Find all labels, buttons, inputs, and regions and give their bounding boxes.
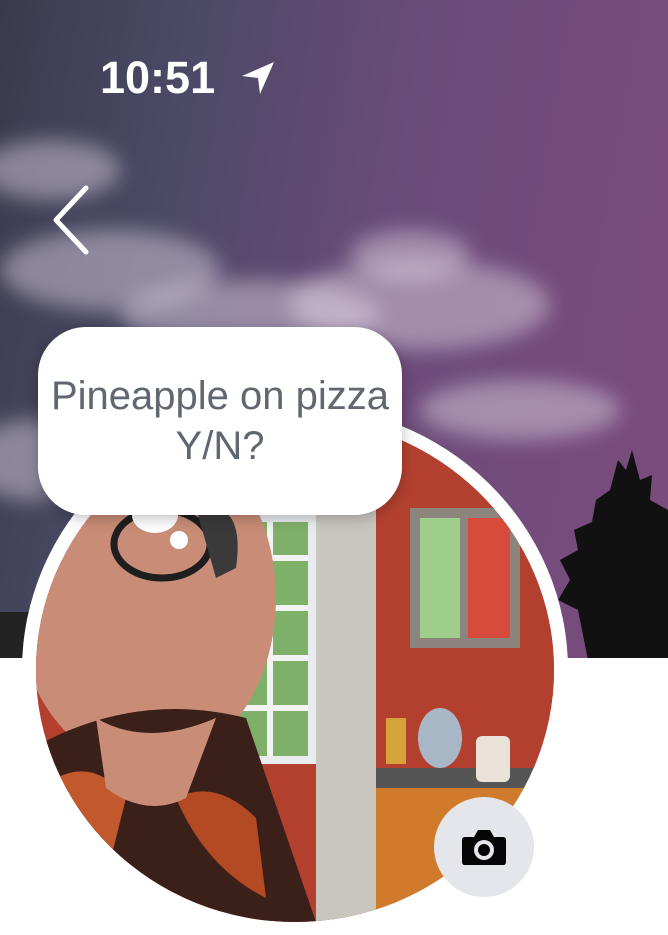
back-button[interactable]	[44, 182, 100, 258]
note-bubble-tail-dot	[170, 531, 188, 549]
location-arrow-icon	[242, 62, 274, 94]
profile-note-bubble[interactable]: Pineapple on pizza Y/N?	[38, 327, 402, 515]
status-time: 10:51	[100, 52, 216, 103]
camera-icon	[462, 830, 506, 865]
profile-note-text: Pineapple on pizza Y/N?	[50, 374, 390, 468]
change-photo-button[interactable]	[434, 797, 534, 897]
chevron-left-icon	[53, 185, 89, 255]
tree-silhouette	[558, 450, 668, 658]
